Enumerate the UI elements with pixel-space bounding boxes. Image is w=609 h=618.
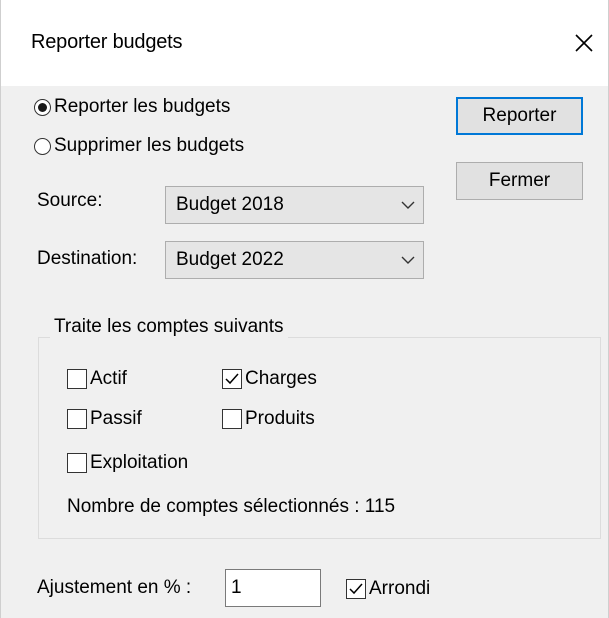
checkmark-icon [349, 583, 363, 595]
checkbox-produits[interactable]: Produits [222, 408, 315, 430]
radio-button[interactable] [34, 98, 51, 116]
close-icon[interactable] [569, 28, 599, 58]
radio-delete-label: Supprimer les budgets [54, 135, 245, 156]
checkbox-box[interactable] [67, 409, 87, 429]
selected-count-text: Nombre de comptes sélectionnés : 115 [67, 496, 396, 517]
radio-report-budgets[interactable]: Reporter les budgets [34, 96, 230, 118]
source-dropdown[interactable]: Budget 2018 [165, 186, 424, 224]
accounts-legend: Traite les comptes suivants [50, 316, 288, 338]
radio-report-label: Reporter les budgets [54, 96, 231, 117]
report-budgets-dialog: Reporter budgets Reporter les budgets Su… [0, 0, 609, 618]
report-button[interactable]: Reporter [456, 97, 583, 135]
adjustment-value: 1 [231, 577, 242, 598]
window-title: Reporter budgets [31, 31, 183, 53]
adjustment-input[interactable]: 1 [225, 569, 321, 607]
destination-label: Destination: [37, 248, 138, 269]
checkbox-box[interactable] [67, 453, 87, 473]
chevron-down-icon [393, 256, 423, 265]
checkbox-charges-label: Charges [245, 368, 317, 389]
radio-button[interactable] [34, 137, 51, 155]
destination-dropdown[interactable]: Budget 2022 [165, 241, 424, 279]
checkbox-arrondi[interactable]: Arrondi [346, 578, 430, 600]
title-bar: Reporter budgets [1, 0, 608, 86]
close-button-label: Fermer [488, 170, 551, 191]
destination-value: Budget 2022 [176, 249, 284, 270]
checkbox-produits-label: Produits [245, 408, 315, 429]
checkbox-box[interactable] [67, 369, 87, 389]
source-value: Budget 2018 [176, 194, 284, 215]
checkbox-charges[interactable]: Charges [222, 368, 317, 390]
adjustment-label: Ajustement en % : [37, 577, 192, 598]
chevron-down-icon [393, 201, 423, 210]
checkbox-actif[interactable]: Actif [67, 368, 127, 390]
checkmark-icon [225, 373, 239, 385]
checkbox-exploitation-label: Exploitation [90, 452, 189, 473]
checkbox-passif-label: Passif [90, 408, 142, 429]
checkbox-passif[interactable]: Passif [67, 408, 142, 430]
report-button-label: Reporter [482, 105, 557, 126]
radio-delete-budgets[interactable]: Supprimer les budgets [34, 135, 244, 157]
checkbox-box[interactable] [222, 369, 242, 389]
checkbox-box[interactable] [346, 579, 366, 599]
source-label: Source: [37, 190, 103, 211]
checkbox-exploitation[interactable]: Exploitation [67, 452, 188, 474]
checkbox-box[interactable] [222, 409, 242, 429]
close-button[interactable]: Fermer [456, 162, 583, 200]
checkbox-arrondi-label: Arrondi [369, 578, 431, 599]
checkbox-actif-label: Actif [90, 368, 127, 389]
